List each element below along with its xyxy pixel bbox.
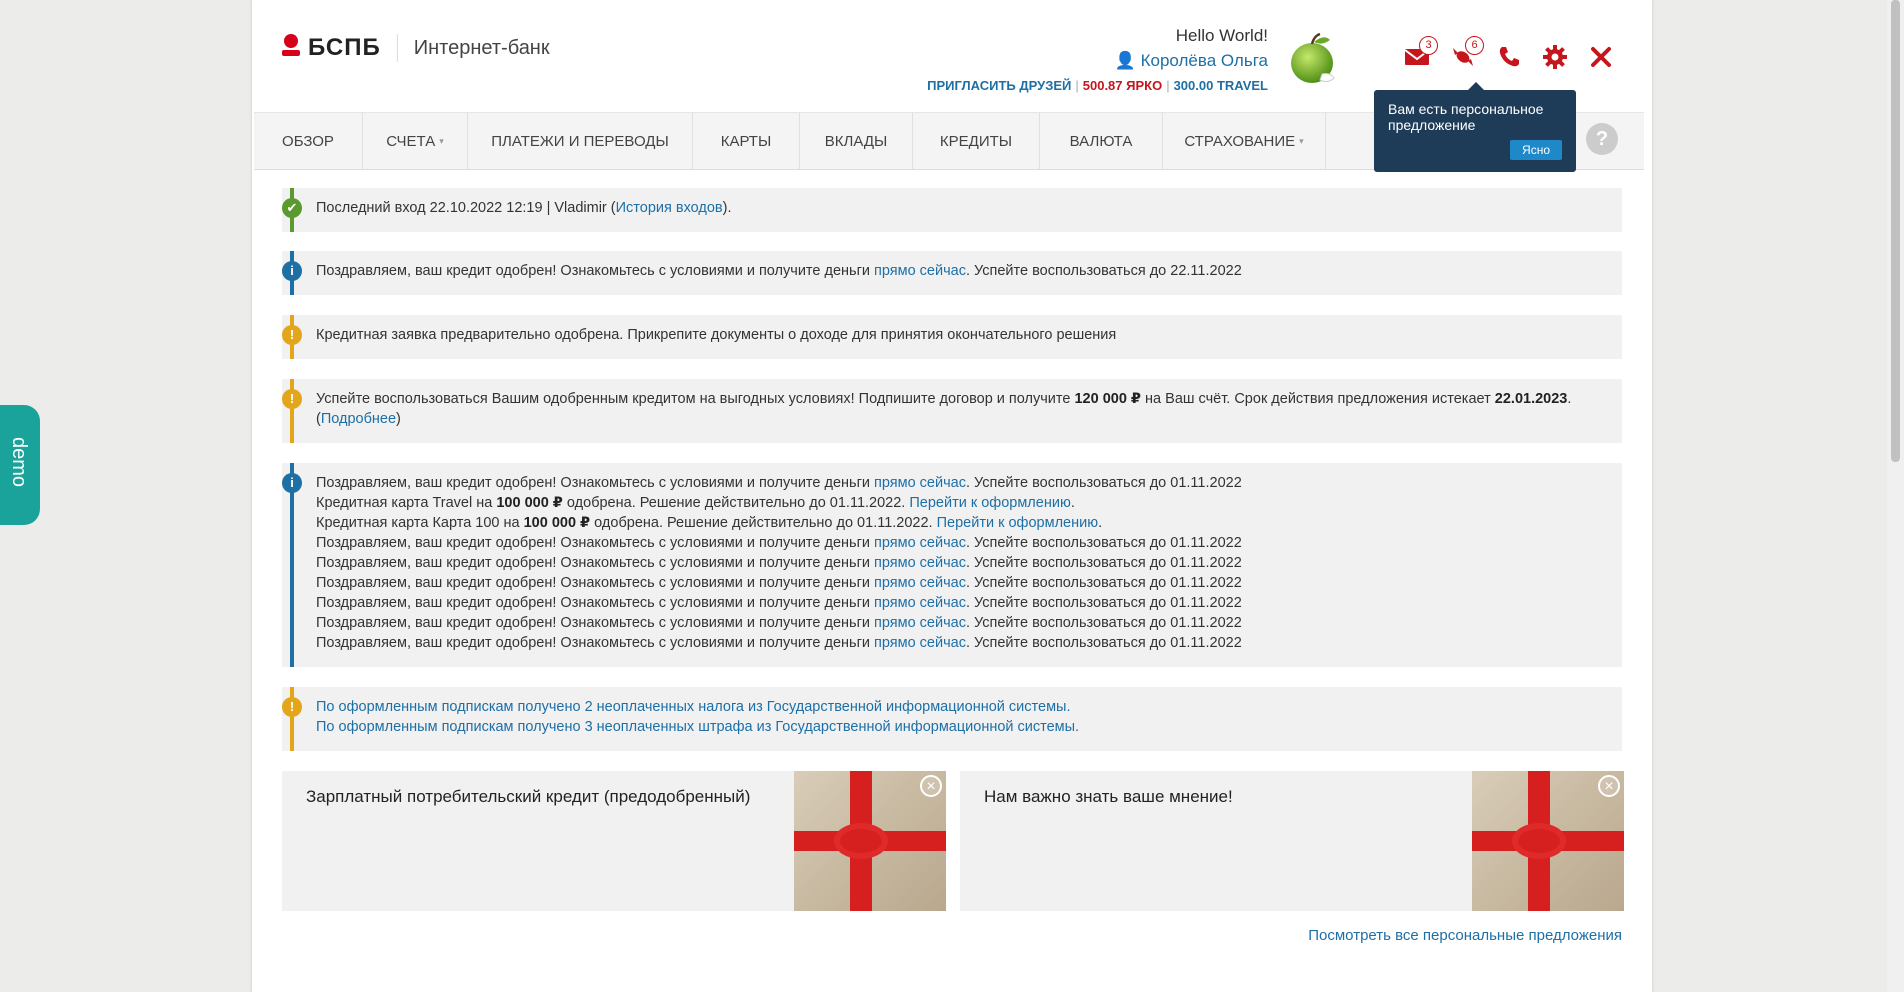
user-block: Hello World! 👤 Королёва Ольга ПРИГЛАСИТЬ… (927, 26, 1268, 93)
alert-line: Поздравляем, ваш кредит одобрен! Ознаком… (316, 635, 1242, 651)
promo-card-title: Зарплатный потребительский кредит (предо… (306, 787, 751, 806)
greeting: Hello World! (1175, 26, 1268, 45)
alert-line: Кредитная карта Travel на 100 000 ₽ одоб… (316, 495, 1075, 511)
nav-insurance[interactable]: СТРАХОВАНИЕ ▾ (1163, 113, 1326, 169)
nav-payments[interactable]: ПЛАТЕЖИ И ПЕРЕВОДЫ (468, 113, 693, 169)
user-name: Королёва Ольга (1140, 51, 1268, 70)
close-icon[interactable]: × (1598, 775, 1620, 797)
get-money-link[interactable]: прямо сейчас (874, 555, 966, 571)
see-all-offers-link[interactable]: Посмотреть все персональные предложения (1308, 927, 1622, 944)
get-money-link[interactable]: прямо сейчас (874, 535, 966, 551)
nav-credits[interactable]: КРЕДИТЫ (913, 113, 1040, 169)
logo-divider (396, 34, 398, 62)
card100-apply-link[interactable]: Перейти к оформлению (937, 515, 1098, 531)
close-icon[interactable]: × (920, 775, 942, 797)
get-money-link[interactable]: прямо сейчас (874, 595, 966, 611)
offers-badge: 6 (1465, 36, 1484, 55)
credit-offer-alert: ! Успейте воспользоваться Вашим одобренн… (282, 379, 1622, 443)
get-money-link[interactable]: прямо сейчас (874, 635, 966, 651)
login-history-link[interactable]: История входов (616, 200, 723, 216)
promo-card-feedback[interactable]: Нам важно знать ваше мнение! × (960, 771, 1624, 911)
warning-icon: ! (282, 389, 302, 409)
tooltip-ok-button[interactable]: Ясно (1510, 140, 1562, 160)
logout-button[interactable] (1586, 42, 1616, 72)
offers-button[interactable]: 6 (1448, 36, 1484, 72)
credit-approved-alert: i Поздравляем, ваш кредит одобрен! Ознак… (282, 251, 1622, 295)
nav-overview[interactable]: ОБЗОР (254, 113, 363, 169)
personal-offer-tooltip: Вам есть персональное предложение Ясно (1374, 82, 1576, 172)
chevron-down-icon: ▾ (1299, 135, 1304, 146)
alert-line: Поздравляем, ваш кредит одобрен! Ознаком… (316, 555, 1242, 571)
apple-avatar-icon[interactable] (1286, 30, 1338, 86)
fines-link[interactable]: По оформленным подпискам получено 3 неоп… (316, 719, 1079, 735)
phone-icon (1499, 47, 1519, 67)
last-login-alert: ✔ Последний вход 22.10.2022 12:19 | Vlad… (282, 188, 1622, 232)
info-icon: i (282, 473, 302, 493)
scrollbar-thumb[interactable] (1891, 0, 1900, 462)
nav-currency[interactable]: ВАЛЮТА (1040, 113, 1163, 169)
alert-line: Поздравляем, ваш кредит одобрен! Ознаком… (316, 575, 1242, 591)
taxes-link[interactable]: По оформленным подпискам получено 2 неоп… (316, 699, 1071, 715)
mail-badge: 3 (1419, 36, 1438, 55)
alert-line: Поздравляем, ваш кредит одобрен! Ознаком… (316, 595, 1242, 611)
alert-line: Поздравляем, ваш кредит одобрен! Ознаком… (316, 535, 1242, 551)
chevron-down-icon: ▾ (439, 135, 444, 146)
logo-subtitle: Интернет-банк (413, 36, 550, 59)
warning-icon: ! (282, 697, 302, 717)
promo-card-title: Нам важно знать ваше мнение! (984, 787, 1233, 806)
nav-deposits[interactable]: ВКЛАДЫ (800, 113, 913, 169)
alert-line: Поздравляем, ваш кредит одобрен! Ознаком… (316, 475, 1242, 491)
multi-credit-alert: i Поздравляем, ваш кредит одобрен! Ознак… (282, 463, 1622, 667)
user-icon: 👤 (1114, 51, 1136, 70)
get-money-link[interactable]: прямо сейчас (874, 615, 966, 631)
header-icons: 3 6 (1402, 36, 1616, 72)
get-money-link[interactable]: прямо сейчас (874, 263, 966, 279)
user-name-link[interactable]: 👤 Королёва Ольга (927, 51, 1268, 71)
yarko-balance-link[interactable]: 500.87 ЯРКО (1083, 78, 1162, 93)
settings-button[interactable] (1540, 42, 1570, 72)
warning-icon: ! (282, 325, 302, 345)
help-button[interactable]: ? (1586, 123, 1618, 155)
promo-card-credit[interactable]: Зарплатный потребительский кредит (предо… (282, 771, 946, 911)
bank-logo[interactable]: БСПБ Интернет-банк (282, 34, 550, 62)
offer-details-link[interactable]: Подробнее (321, 411, 396, 427)
phone-button[interactable] (1494, 42, 1524, 72)
logo-text: БСПБ (308, 34, 381, 61)
scrollbar[interactable] (1887, 0, 1904, 992)
tooltip-text: Вам есть персональное предложение (1388, 101, 1544, 133)
mail-button[interactable]: 3 (1402, 36, 1438, 72)
user-links: ПРИГЛАСИТЬ ДРУЗЕЙ | 500.87 ЯРКО | 300.00 TRA… (927, 78, 1268, 93)
travel-apply-link[interactable]: Перейти к оформлению (909, 495, 1070, 511)
invite-friends-link[interactable]: ПРИГЛАСИТЬ ДРУЗЕЙ (927, 78, 1071, 93)
get-money-link[interactable]: прямо сейчас (874, 575, 966, 591)
alert-line: Кредитная карта Карта 100 на 100 000 ₽ о… (316, 515, 1103, 531)
nav-cards[interactable]: КАРТЫ (693, 113, 800, 169)
nav-accounts[interactable]: СЧЕТА ▾ (363, 113, 468, 169)
get-money-link[interactable]: прямо сейчас (874, 475, 966, 491)
credit-application-alert: ! Кредитная заявка предварительно одобре… (282, 315, 1622, 359)
gear-icon (1543, 45, 1567, 69)
close-icon (1591, 47, 1611, 67)
demo-tab[interactable]: demo (0, 405, 40, 525)
tax-alert: ! По оформленным подпискам получено 2 не… (282, 687, 1622, 751)
alert-line: Поздравляем, ваш кредит одобрен! Ознаком… (316, 615, 1242, 631)
travel-balance-link[interactable]: 300.00 TRAVEL (1174, 78, 1268, 93)
check-icon: ✔ (282, 198, 302, 218)
logo-mark-icon (282, 34, 300, 62)
info-icon: i (282, 261, 302, 281)
demo-label: demo (8, 437, 30, 488)
